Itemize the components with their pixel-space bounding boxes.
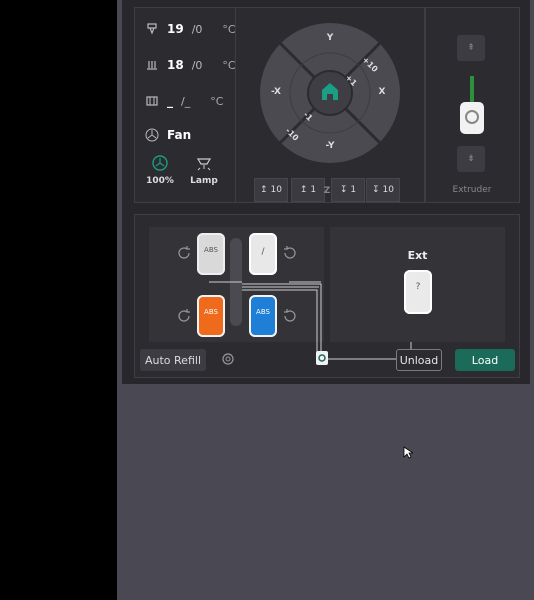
z-up-1-button[interactable]: ↥ 1 <box>291 178 325 202</box>
auto-refill-button[interactable]: Auto Refill <box>140 349 206 371</box>
fan-icon <box>145 128 159 142</box>
jog-y-plus[interactable]: Y <box>322 33 338 43</box>
slot-3-rotate-icon[interactable] <box>282 308 298 324</box>
arrow-down-icon: ↧ <box>339 185 348 195</box>
nozzle-temp-icon <box>147 23 157 35</box>
extruder-head-icon <box>460 76 484 134</box>
spool-slot-2[interactable]: ABS <box>197 295 225 337</box>
mouse-cursor-icon <box>403 446 413 459</box>
fan-speed-icon[interactable] <box>151 154 169 172</box>
z-down-10-button[interactable]: ↧ 10 <box>366 178 400 202</box>
fan-speed-value: 100% <box>146 176 174 186</box>
jog-x-minus[interactable]: -X <box>266 87 286 97</box>
spool-slot-3[interactable]: ABS <box>249 295 277 337</box>
chamber-temp-target: /_ <box>181 94 191 108</box>
extrude-up-button[interactable]: ⇞ <box>457 35 485 61</box>
z-up-1-label: 1 <box>310 185 317 195</box>
z-up-10-label: 10 <box>270 185 282 195</box>
bed-temp-current: 18 <box>167 58 184 72</box>
toolhead-status-icon <box>316 351 328 365</box>
slot-1-rotate-icon[interactable] <box>176 245 192 261</box>
motion-panel: Y -Y -X X +10 +1 -1 -10 <box>235 7 425 203</box>
temperature-panel: 19 /0 °C 18 /0 °C _ /_ °C Fan 100% Lamp <box>134 7 236 203</box>
unload-button[interactable]: Unload <box>396 349 442 371</box>
extruder-label: Extruder <box>452 185 492 195</box>
z-down-10-label: 10 <box>382 185 394 195</box>
bed-temp-row[interactable]: 18 /0 °C <box>145 58 236 72</box>
spool-slot-1[interactable]: ABS <box>197 233 225 275</box>
left-black-region <box>0 0 117 600</box>
load-button[interactable]: Load <box>455 349 515 371</box>
external-spool[interactable]: ? <box>404 270 432 314</box>
bed-temp-unit: °C <box>222 58 236 72</box>
jog-y-minus[interactable]: -Y <box>320 141 340 151</box>
ams-settings-icon[interactable] <box>221 352 235 366</box>
arrow-up-icon: ↥ <box>260 185 268 195</box>
z-down-1-button[interactable]: ↧ 1 <box>331 178 365 202</box>
z-up-10-button[interactable]: ↥ 10 <box>254 178 288 202</box>
extrude-up-icon: ⇞ <box>467 43 475 53</box>
device-control-panel: 19 /0 °C 18 /0 °C _ /_ °C Fan 100% Lamp … <box>122 0 530 384</box>
slot-2-rotate-icon[interactable] <box>176 308 192 324</box>
spool-3-material: ABS <box>256 308 270 316</box>
arrow-up-icon: ↥ <box>299 185 308 195</box>
lamp-icon[interactable] <box>195 154 213 172</box>
bed-temp-target: /0 <box>191 58 203 72</box>
lamp-label: Lamp <box>190 176 218 186</box>
spool-1-material: ABS <box>204 246 218 254</box>
jog-x-plus[interactable]: X <box>374 87 390 97</box>
arrow-down-icon: ↧ <box>372 185 380 195</box>
spool-2-material: ABS <box>204 308 218 316</box>
chamber-temp-row[interactable]: _ /_ °C <box>145 94 223 108</box>
ext-title: Ext <box>407 249 428 262</box>
nozzle-temp-target: /0 <box>191 22 203 36</box>
fan-row[interactable]: Fan <box>145 128 191 142</box>
extrude-down-icon: ⇟ <box>467 154 475 164</box>
nozzle-temp-unit: °C <box>222 22 236 36</box>
nozzle-temp-row[interactable]: 19 /0 °C <box>145 22 236 36</box>
fan-label: Fan <box>167 128 192 142</box>
chamber-temp-current: _ <box>167 94 173 108</box>
bed-temp-icon <box>147 61 157 70</box>
extrude-down-button[interactable]: ⇟ <box>457 146 485 172</box>
spool-4-material: / <box>261 247 265 257</box>
external-spool-panel: Ext ? <box>330 227 505 342</box>
external-spool-material: ? <box>415 282 421 292</box>
z-axis-label: Z <box>323 186 331 196</box>
spool-slot-4[interactable]: / <box>249 233 277 275</box>
chamber-temp-icon <box>146 96 158 106</box>
chamber-temp-unit: °C <box>210 94 224 108</box>
slot-4-rotate-icon[interactable] <box>282 245 298 261</box>
z-down-1-label: 1 <box>350 185 357 195</box>
nozzle-temp-current: 19 <box>167 22 184 36</box>
